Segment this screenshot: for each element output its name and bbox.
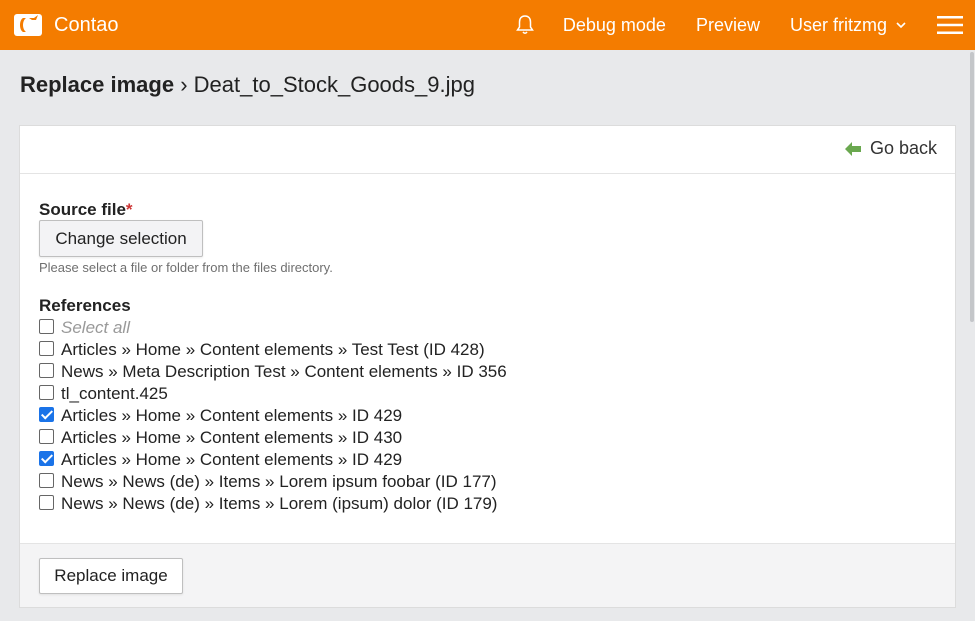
brand[interactable]: Contao — [12, 10, 119, 40]
reference-checkbox[interactable] — [39, 340, 54, 356]
reference-item[interactable]: News » Meta Description Test » Content e… — [39, 361, 507, 383]
app-name: Contao — [54, 14, 119, 36]
reference-label[interactable]: Articles » Home » Content elements » ID … — [61, 406, 402, 426]
user-label: User fritzmg — [789, 15, 887, 35]
select-all-item[interactable]: Select all — [39, 317, 507, 339]
reference-label[interactable]: Articles » Home » Content elements » Tes… — [61, 340, 485, 360]
reference-label[interactable]: Articles » Home » Content elements » ID … — [61, 450, 402, 470]
page-scrollbar[interactable] — [970, 52, 974, 322]
reference-checkbox[interactable] — [39, 406, 54, 422]
panel-footer: Replace image — [20, 543, 955, 607]
reference-label[interactable]: News » News (de) » Items » Lorem ipsum f… — [61, 472, 497, 492]
reference-item[interactable]: Articles » Home » Content elements » ID … — [39, 449, 507, 471]
reference-label[interactable]: tl_content.425 — [61, 384, 168, 404]
reference-label[interactable]: News » Meta Description Test » Content e… — [61, 362, 507, 382]
title-separator: › — [180, 72, 188, 97]
contao-logo-icon — [14, 14, 42, 36]
reference-checkbox[interactable] — [39, 450, 54, 466]
top-bar: Contao Debug mode Preview User fritzmg — [0, 0, 975, 50]
preview-link[interactable]: Preview — [696, 0, 760, 50]
reference-item[interactable]: News » News (de) » Items » Lorem (ipsum)… — [39, 493, 507, 515]
references-list: Select all Articles » Home » Content ele… — [39, 317, 507, 515]
source-file-label: Source file* — [39, 200, 133, 220]
page-title: Replace image › Deat_to_Stock_Goods_9.jp… — [20, 72, 475, 98]
page-title-file: Deat_to_Stock_Goods_9.jpg — [193, 72, 475, 97]
select-all-label[interactable]: Select all — [61, 318, 130, 338]
reference-item[interactable]: Articles » Home » Content elements » ID … — [39, 427, 507, 449]
page-title-main: Replace image — [20, 72, 175, 97]
top-nav: Debug mode Preview User fritzmg — [515, 0, 975, 50]
bell-icon[interactable] — [515, 14, 535, 36]
references-label: References — [39, 296, 131, 315]
source-file-label-text: Source file — [39, 200, 126, 219]
chevron-down-icon — [896, 22, 906, 29]
reference-checkbox[interactable] — [39, 494, 54, 510]
required-mark: * — [125, 200, 133, 219]
reference-checkbox[interactable] — [39, 362, 54, 378]
debug-mode-link[interactable]: Debug mode — [563, 0, 666, 50]
replace-image-button[interactable]: Replace image — [39, 558, 183, 594]
arrow-left-icon — [844, 141, 861, 156]
reference-checkbox[interactable] — [39, 472, 54, 488]
help-text: Please select a file or folder from the … — [39, 260, 333, 275]
reference-label[interactable]: Articles » Home » Content elements » ID … — [61, 428, 402, 448]
reference-item[interactable]: tl_content.425 — [39, 383, 507, 405]
reference-item[interactable]: Articles » Home » Content elements » Tes… — [39, 339, 507, 361]
change-selection-button[interactable]: Change selection — [39, 220, 203, 257]
go-back-button[interactable]: Go back — [844, 138, 937, 159]
reference-checkbox[interactable] — [39, 428, 54, 444]
go-back-label: Go back — [869, 138, 937, 158]
select-all-checkbox[interactable] — [39, 318, 54, 334]
user-menu[interactable]: User fritzmg — [790, 0, 907, 50]
reference-label[interactable]: News » News (de) » Items » Lorem (ipsum)… — [61, 494, 497, 514]
reference-item[interactable]: News » News (de) » Items » Lorem ipsum f… — [39, 471, 507, 493]
hamburger-menu-icon[interactable] — [937, 15, 963, 35]
edit-panel: Go back Source file* Change selection Pl… — [19, 125, 956, 608]
reference-checkbox[interactable] — [39, 384, 54, 400]
reference-item[interactable]: Articles » Home » Content elements » ID … — [39, 405, 507, 427]
panel-header: Go back — [20, 126, 955, 174]
